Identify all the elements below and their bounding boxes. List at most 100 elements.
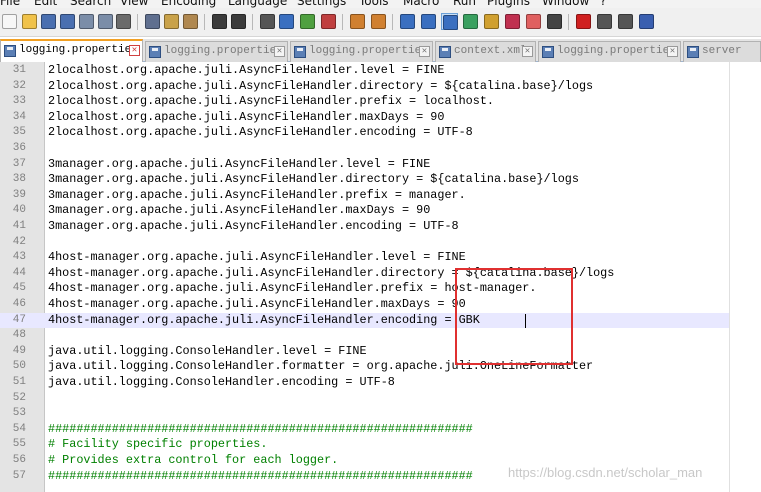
menu-edit[interactable]: Edit: [34, 0, 57, 8]
menu-run[interactable]: Run: [453, 0, 476, 8]
record-macro-icon[interactable]: [575, 13, 592, 30]
line-number: 46: [12, 298, 26, 310]
run-macro-multiple-icon[interactable]: [638, 13, 655, 30]
cut-icon-glyph: [145, 14, 160, 29]
code-line[interactable]: 33 2localhost.org.apache.juli.AsyncFileHa…: [0, 94, 729, 110]
code-line[interactable]: 43 4host-manager.org.apache.juli.AsyncFil…: [0, 250, 729, 266]
code-line[interactable]: 39 3manager.org.apache.juli.AsyncFileHand…: [0, 188, 729, 204]
line-number: 40: [12, 204, 26, 217]
sync-horizontal-icon[interactable]: [370, 13, 387, 30]
code-line[interactable]: 41 3manager.org.apache.juli.AsyncFileHand…: [0, 219, 729, 235]
redo-icon[interactable]: [230, 13, 247, 30]
close-tab-icon[interactable]: ✕: [419, 46, 430, 57]
code-line[interactable]: 54 ######################################…: [0, 422, 729, 438]
line-number: 31: [12, 64, 26, 76]
menu-file[interactable]: File: [0, 0, 20, 8]
menu-language[interactable]: Language: [228, 0, 287, 8]
zoom-in-icon[interactable]: [299, 13, 316, 30]
menu-macro[interactable]: Macro: [403, 0, 439, 8]
code-line[interactable]: 37 3manager.org.apache.juli.AsyncFileHand…: [0, 157, 729, 173]
line-number: 55: [12, 438, 26, 451]
tab-label: logging.properties: [557, 45, 676, 57]
function-list-icon[interactable]: [504, 13, 521, 30]
code-line[interactable]: 40 3manager.org.apache.juli.AsyncFileHand…: [0, 203, 729, 219]
menu-tools[interactable]: Tools: [359, 0, 389, 8]
code-line[interactable]: 52: [0, 391, 729, 407]
open-file-icon[interactable]: [21, 13, 38, 30]
menu-plugins[interactable]: Plugins: [487, 0, 530, 8]
line-number: 52: [12, 391, 26, 404]
code-line[interactable]: 53: [0, 406, 729, 422]
record-macro-icon-glyph: [576, 14, 591, 29]
tab-label: context.xml: [454, 45, 527, 57]
menu-view[interactable]: View: [120, 0, 148, 8]
save-icon[interactable]: [40, 13, 57, 30]
tab-label: logging.properties: [309, 45, 428, 57]
cut-icon[interactable]: [144, 13, 161, 30]
tab-logging-properties-3[interactable]: logging.properties ✕: [290, 41, 433, 62]
doc-map-icon[interactable]: [483, 13, 500, 30]
replace-icon-glyph: [279, 14, 294, 29]
code-line[interactable]: 45 4host-manager.org.apache.juli.AsyncFil…: [0, 281, 729, 297]
new-file-icon[interactable]: [1, 13, 18, 30]
menu-help[interactable]: ?: [600, 0, 606, 8]
code-line[interactable]: 32 2localhost.org.apache.juli.AsyncFileHa…: [0, 79, 729, 95]
code-line[interactable]: 42: [0, 235, 729, 251]
text-editor[interactable]: 31 2localhost.org.apache.juli.AsyncFileHa…: [0, 62, 729, 492]
tab-logging-properties-2[interactable]: logging.properties ✕: [145, 41, 288, 62]
paste-icon-glyph: [183, 14, 198, 29]
user-language-icon[interactable]: [462, 13, 479, 30]
menu-encoding[interactable]: Encoding: [161, 0, 216, 8]
code-line[interactable]: 46 4host-manager.org.apache.juli.AsyncFil…: [0, 297, 729, 313]
file-icon: [4, 45, 16, 57]
code-text: # Provides extra control for each logger…: [48, 453, 339, 467]
code-line[interactable]: 50 java.util.logging.ConsoleHandler.forma…: [0, 359, 729, 375]
paste-icon[interactable]: [182, 13, 199, 30]
zoom-out-icon-glyph: [321, 14, 336, 29]
save-all-icon[interactable]: [59, 13, 76, 30]
close-tab-icon[interactable]: ✕: [522, 46, 533, 57]
code-line[interactable]: 34 2localhost.org.apache.juli.AsyncFileHa…: [0, 110, 729, 126]
close-tab-icon[interactable]: ✕: [667, 46, 678, 57]
print-icon[interactable]: [115, 13, 132, 30]
code-line[interactable]: 44 4host-manager.org.apache.juli.AsyncFil…: [0, 266, 729, 282]
close-tab-icon[interactable]: ✕: [129, 45, 140, 56]
tab-server[interactable]: server: [683, 41, 761, 62]
monitoring-icon[interactable]: [546, 13, 563, 30]
code-line[interactable]: 36: [0, 141, 729, 157]
folder-workspace-icon[interactable]: [525, 13, 542, 30]
code-text: 2localhost.org.apache.juli.AsyncFileHand…: [48, 78, 594, 93]
sync-vertical-icon[interactable]: [349, 13, 366, 30]
tab-logging-properties-4[interactable]: logging.properties ✕: [538, 41, 681, 62]
code-line[interactable]: 47 4host-manager.org.apache.juli.AsyncFil…: [0, 312, 729, 329]
code-text: 3manager.org.apache.juli.AsyncFileHandle…: [48, 187, 466, 202]
function-list-icon-glyph: [505, 14, 520, 29]
undo-icon[interactable]: [211, 13, 228, 30]
show-all-chars-icon[interactable]: [420, 13, 437, 30]
play-macro-icon[interactable]: [617, 13, 634, 30]
stop-record-icon[interactable]: [596, 13, 613, 30]
close-icon[interactable]: [78, 13, 95, 30]
tab-context-xml[interactable]: context.xml ✕: [435, 41, 536, 62]
word-wrap-icon[interactable]: [399, 13, 416, 30]
code-line[interactable]: 31 2localhost.org.apache.juli.AsyncFileHa…: [0, 63, 729, 79]
zoom-out-icon[interactable]: [320, 13, 337, 30]
code-line[interactable]: 49 java.util.logging.ConsoleHandler.level…: [0, 344, 729, 360]
code-line[interactable]: 55 # Facility specific properties.: [0, 437, 729, 453]
menu-search[interactable]: Search: [70, 0, 111, 8]
find-icon[interactable]: [259, 13, 276, 30]
code-line[interactable]: 35 2localhost.org.apache.juli.AsyncFileHa…: [0, 125, 729, 141]
close-all-icon[interactable]: [97, 13, 114, 30]
code-line[interactable]: 48: [0, 328, 729, 344]
tab-logging-properties-1[interactable]: logging.properties ✕: [0, 39, 143, 62]
copy-icon[interactable]: [163, 13, 180, 30]
menu-settings[interactable]: Settings: [297, 0, 346, 8]
close-tab-icon[interactable]: ✕: [274, 46, 285, 57]
replace-icon[interactable]: [278, 13, 295, 30]
code-line[interactable]: 38 3manager.org.apache.juli.AsyncFileHand…: [0, 172, 729, 188]
menu-window[interactable]: Window: [542, 0, 589, 8]
code-line[interactable]: 51 java.util.logging.ConsoleHandler.encod…: [0, 375, 729, 391]
indent-guide-icon[interactable]: [441, 13, 458, 30]
scrollbar-area[interactable]: [729, 62, 761, 492]
redo-icon-glyph: [231, 14, 246, 29]
